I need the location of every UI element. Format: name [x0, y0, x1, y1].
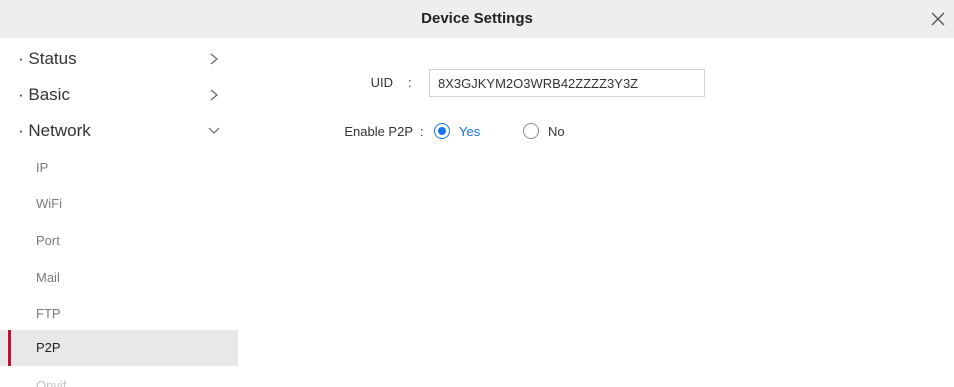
p2p-yes-label: Yes — [459, 124, 481, 139]
settings-panel: UID : Enable P2P : Yes No — [238, 38, 954, 387]
sidebar-subitem-label: Onvif — [36, 378, 67, 387]
sidebar-item-mail[interactable]: Mail — [0, 260, 238, 296]
sidebar-subitem-label: WiFi — [36, 196, 62, 211]
close-button[interactable] — [928, 9, 948, 29]
uid-label: UID — [370, 75, 393, 90]
sidebar-item-port[interactable]: Port — [0, 223, 238, 259]
titlebar: Device Settings — [0, 0, 954, 38]
radio-checked-icon — [434, 123, 450, 139]
sidebar-item-label: · Network — [18, 121, 91, 140]
device-settings-window: Device Settings · Status · Basic · Netwo… — [0, 0, 954, 387]
radio-unchecked-icon — [523, 123, 539, 139]
uid-colon: : — [408, 75, 412, 90]
sidebar-item-label: · Status — [18, 49, 77, 68]
uid-field[interactable] — [429, 69, 705, 97]
sidebar-item-ip[interactable]: IP — [0, 150, 238, 186]
sidebar-item-basic[interactable]: · Basic — [0, 77, 238, 113]
enable-p2p-colon: : — [420, 124, 424, 139]
p2p-no-label: No — [548, 124, 565, 139]
sidebar-subitem-label: FTP — [36, 306, 61, 321]
sidebar-subitem-label: Port — [36, 233, 60, 248]
sidebar-item-wifi[interactable]: WiFi — [0, 186, 238, 222]
chevron-right-icon — [210, 53, 218, 65]
sidebar: · Status · Basic · Network IP WiFi Port — [0, 38, 238, 387]
sidebar-item-network[interactable]: · Network — [0, 113, 238, 149]
sidebar-subitem-label: P2P — [36, 340, 61, 355]
window-title: Device Settings — [421, 10, 533, 27]
enable-p2p-label: Enable P2P — [344, 124, 413, 139]
chevron-down-icon — [208, 127, 220, 134]
close-icon — [931, 12, 945, 26]
sidebar-subitem-label: IP — [36, 160, 49, 175]
sidebar-item-p2p[interactable]: P2P — [0, 330, 238, 366]
sidebar-item-status[interactable]: · Status — [0, 41, 238, 77]
sidebar-item-onvif[interactable]: Onvif — [0, 368, 238, 387]
chevron-right-icon — [210, 89, 218, 101]
sidebar-item-label: · Basic — [18, 85, 70, 104]
sidebar-item-ftp[interactable]: FTP — [0, 296, 238, 332]
sidebar-subitem-label: Mail — [36, 270, 60, 285]
